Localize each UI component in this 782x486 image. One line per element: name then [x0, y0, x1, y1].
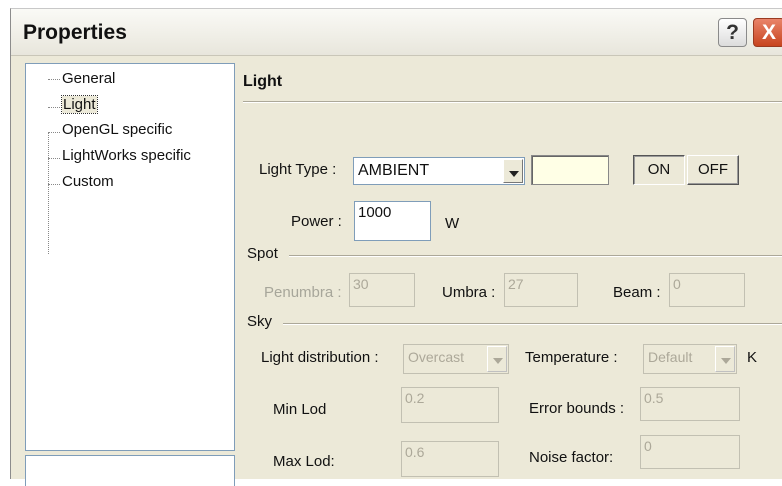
spot-group-divider — [289, 255, 782, 257]
max-lod-value: 0.6 — [405, 444, 425, 460]
max-lod-input[interactable]: 0.6 — [401, 441, 499, 477]
beam-value: 0 — [673, 276, 681, 292]
tree-item-custom[interactable]: Custom — [62, 173, 114, 190]
umbra-label: Umbra : — [442, 284, 496, 301]
error-bounds-label: Error bounds : — [529, 400, 625, 417]
tree-connector — [48, 184, 60, 185]
power-unit: W — [445, 215, 460, 232]
on-button[interactable]: ON — [633, 155, 685, 185]
penumbra-label: Penumbra : — [264, 284, 342, 301]
temperature-unit: K — [747, 349, 758, 366]
penumbra-input[interactable]: 30 — [349, 273, 415, 307]
light-type-select[interactable]: AMBIENT — [353, 157, 525, 185]
power-input[interactable]: 1000 — [354, 201, 431, 241]
beam-label: Beam : — [613, 284, 661, 301]
error-bounds-input[interactable]: 0.5 — [640, 387, 740, 421]
temperature-select[interactable]: Default — [643, 344, 737, 374]
panel-title: Light — [243, 73, 283, 90]
min-lod-value: 0.2 — [405, 390, 425, 406]
chevron-down-icon[interactable] — [487, 346, 507, 372]
sky-group-divider — [283, 323, 782, 325]
noise-factor-value: 0 — [644, 438, 652, 454]
title-bar[interactable]: Properties ? X — [11, 9, 782, 56]
close-button[interactable]: X — [753, 18, 782, 47]
tree-connector — [48, 158, 60, 159]
umbra-value: 27 — [508, 276, 524, 292]
tree-item-general[interactable]: General — [62, 70, 115, 87]
on-button-label: ON — [647, 161, 671, 178]
temperature-value: Default — [648, 349, 693, 365]
light-color-swatch[interactable] — [531, 155, 609, 185]
off-button[interactable]: OFF — [687, 155, 739, 185]
window-title: Properties — [23, 21, 127, 44]
noise-factor-input[interactable]: 0 — [640, 435, 740, 469]
umbra-input[interactable]: 27 — [504, 273, 578, 307]
light-distribution-select[interactable]: Overcast — [403, 344, 509, 374]
min-lod-input[interactable]: 0.2 — [401, 387, 499, 423]
tree-connector — [48, 132, 60, 133]
light-distribution-label: Light distribution : — [261, 349, 379, 366]
panel-header-divider — [243, 101, 782, 103]
light-distribution-value: Overcast — [408, 349, 465, 365]
light-type-label: Light Type : — [259, 161, 337, 178]
penumbra-value: 30 — [353, 276, 369, 292]
tree-item-opengl-specific[interactable]: OpenGL specific — [62, 121, 172, 138]
properties-dialog: Properties ? X General Light OpenGL spec… — [10, 8, 782, 486]
power-value: 1000 — [358, 204, 392, 221]
power-label: Power : — [291, 213, 342, 230]
max-lod-label: Max Lod: — [273, 453, 335, 470]
tree-item-light[interactable]: Light — [61, 95, 98, 114]
category-tree[interactable]: General Light OpenGL specific LightWorks… — [25, 63, 235, 451]
spot-group-label: Spot — [247, 245, 278, 262]
tree-item-lightworks-specific[interactable]: LightWorks specific — [62, 147, 191, 164]
chevron-down-icon[interactable] — [715, 346, 735, 372]
tree-connector — [48, 107, 60, 108]
light-type-value: AMBIENT — [358, 162, 430, 179]
min-lod-label: Min Lod — [273, 401, 327, 418]
tree-connector-line — [48, 132, 49, 254]
description-box — [25, 455, 235, 486]
sky-group-label: Sky — [247, 313, 273, 330]
noise-factor-label: Noise factor: — [529, 449, 614, 466]
tree-connector — [48, 79, 60, 80]
temperature-label: Temperature : — [525, 349, 618, 366]
chevron-down-icon[interactable] — [503, 159, 523, 183]
error-bounds-value: 0.5 — [644, 390, 664, 406]
off-button-label: OFF — [698, 161, 728, 178]
beam-input[interactable]: 0 — [669, 273, 745, 307]
help-button[interactable]: ? — [718, 18, 747, 47]
